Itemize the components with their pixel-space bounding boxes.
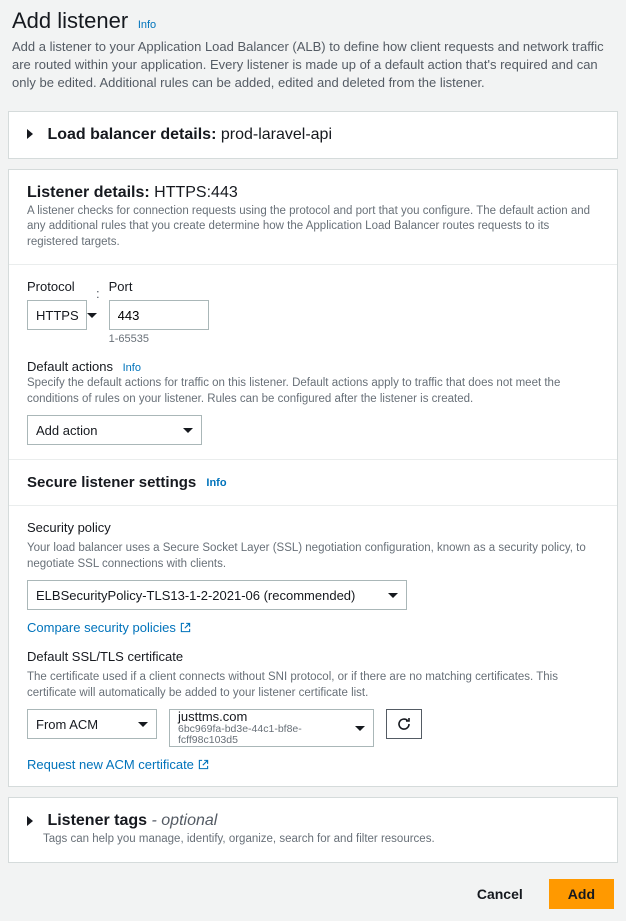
tags-optional: - optional — [147, 812, 217, 829]
chevron-down-icon — [388, 593, 398, 598]
external-link-icon — [180, 622, 191, 633]
cert-select[interactable]: justtms.com 6bc969fa-bd3e-44c1-bf8e-fcff… — [169, 709, 374, 747]
security-policy-value: ELBSecurityPolicy-TLS13-1-2-2021-06 (rec… — [36, 588, 355, 603]
compare-policies-link[interactable]: Compare security policies — [27, 620, 191, 635]
cert-label: Default SSL/TLS certificate — [27, 649, 599, 664]
separator-colon: : — [93, 279, 103, 301]
cancel-button[interactable]: Cancel — [459, 879, 541, 909]
secure-settings-heading: Secure listener settings — [27, 474, 196, 491]
load-balancer-details-header[interactable]: Load balancer details: prod-laravel-api — [9, 112, 617, 158]
default-actions-label: Default actions — [27, 359, 113, 374]
secure-settings-info-link[interactable]: Info — [206, 477, 226, 489]
security-policy-select[interactable]: ELBSecurityPolicy-TLS13-1-2-2021-06 (rec… — [27, 580, 407, 610]
request-cert-text: Request new ACM certificate — [27, 757, 194, 772]
cert-id: 6bc969fa-bd3e-44c1-bf8e-fcff98c103d5 — [178, 724, 347, 747]
refresh-button[interactable] — [386, 709, 422, 739]
cert-desc: The certificate used if a client connect… — [27, 670, 599, 701]
refresh-icon — [396, 716, 412, 732]
security-policy-label: Security policy — [27, 520, 599, 535]
chevron-down-icon — [183, 428, 193, 433]
default-actions-desc: Specify the default actions for traffic … — [27, 376, 599, 407]
security-policy-desc: Your load balancer uses a Secure Socket … — [27, 541, 599, 572]
listener-details-label: Listener details: — [27, 184, 150, 201]
compare-policies-text: Compare security policies — [27, 620, 176, 635]
lb-details-value: prod-laravel-api — [221, 126, 332, 143]
add-button[interactable]: Add — [549, 879, 614, 909]
cert-domain: justtms.com — [178, 710, 347, 724]
expand-caret-icon — [27, 129, 33, 139]
add-action-select[interactable]: Add action — [27, 415, 202, 445]
info-link[interactable]: Info — [138, 19, 156, 31]
chevron-down-icon — [355, 726, 365, 731]
load-balancer-details-panel: Load balancer details: prod-laravel-api — [8, 111, 618, 159]
chevron-down-icon — [138, 722, 148, 727]
cert-source-value: From ACM — [36, 717, 98, 732]
listener-details-panel: Listener details: HTTPS:443 A listener c… — [8, 169, 618, 788]
listener-details-desc: A listener checks for connection request… — [27, 204, 599, 251]
tags-label: Listener tags — [47, 812, 147, 829]
tags-desc: Tags can help you manage, identify, orga… — [27, 832, 599, 848]
lb-details-label: Load balancer details: — [47, 126, 216, 143]
listener-details-value: HTTPS:443 — [154, 184, 238, 201]
protocol-value: HTTPS — [36, 308, 79, 323]
external-link-icon — [198, 759, 209, 770]
listener-tags-panel: Listener tags - optional Tags can help y… — [8, 797, 618, 863]
cert-source-select[interactable]: From ACM — [27, 709, 157, 739]
port-help: 1-65535 — [109, 333, 209, 345]
chevron-down-icon — [87, 313, 97, 318]
page-title: Add listener — [12, 8, 128, 33]
protocol-label: Protocol — [27, 279, 87, 294]
add-action-value: Add action — [36, 423, 97, 438]
listener-tags-header[interactable]: Listener tags - optional Tags can help y… — [9, 798, 617, 862]
expand-caret-icon — [27, 816, 33, 826]
default-actions-info-link[interactable]: Info — [123, 362, 141, 374]
footer: Cancel Add — [8, 863, 618, 913]
port-input[interactable] — [109, 300, 209, 330]
port-label: Port — [109, 279, 209, 294]
protocol-select[interactable]: HTTPS — [27, 300, 87, 330]
request-cert-link[interactable]: Request new ACM certificate — [27, 757, 209, 772]
page-description: Add a listener to your Application Load … — [12, 38, 614, 93]
